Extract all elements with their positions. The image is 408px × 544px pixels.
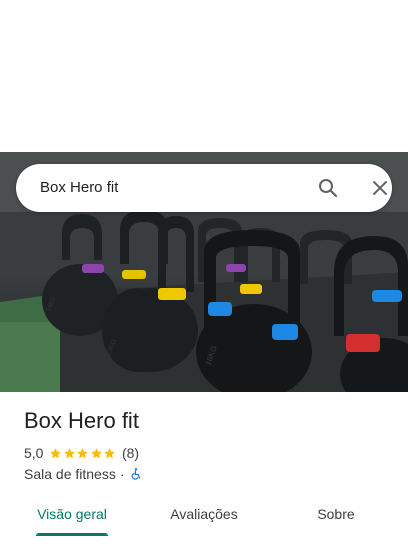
star-icon (64, 447, 75, 458)
rating-value: 5,0 (24, 445, 44, 461)
star-icon (50, 447, 62, 458)
close-icon[interactable] (368, 176, 392, 200)
search-box[interactable]: Box Hero fit (16, 164, 392, 212)
category-row: Sala de fitness · (24, 465, 143, 483)
search-input[interactable]: Box Hero fit (40, 164, 118, 212)
tab-about[interactable]: Sobre (288, 496, 384, 536)
star-icon (104, 447, 116, 458)
map-area-blank (0, 0, 408, 152)
wheelchair-accessible-icon (131, 468, 140, 480)
place-title: Box Hero fit (24, 408, 139, 433)
star-icon (77, 447, 89, 458)
star-icon (91, 447, 102, 458)
place-category: Sala de fitness (24, 466, 116, 482)
rating-row[interactable]: 5,0 (8) (24, 444, 139, 462)
separator: · (119, 466, 125, 482)
search-icon[interactable] (316, 176, 340, 200)
tab-reviews[interactable]: Avaliações (156, 496, 252, 536)
star-rating (49, 447, 117, 460)
tab-overview[interactable]: Visão geral (24, 496, 120, 536)
review-count[interactable]: (8) (122, 445, 139, 461)
place-tabs: Visão geral Avaliações Sobre (0, 496, 408, 544)
selected-tab-indicator (36, 533, 108, 536)
